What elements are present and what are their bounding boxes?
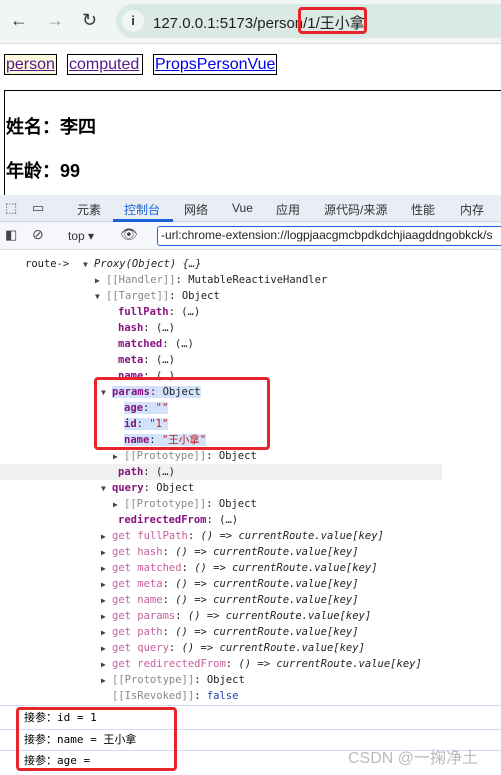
console-tree-row[interactable]: ▶ get path: () => currentRoute.value[key] [101, 624, 359, 640]
context-label: top [68, 229, 85, 243]
person-panel [4, 90, 501, 210]
expand-triangle-icon[interactable]: ▶ [113, 497, 124, 513]
expand-triangle-icon[interactable]: ▶ [101, 673, 112, 689]
console-tree-row[interactable]: ▶ [[Handler]]: MutableReactiveHandler [95, 272, 327, 288]
expand-triangle-icon[interactable]: ▼ [101, 481, 112, 497]
nav-link-person[interactable]: person [4, 54, 57, 75]
tab-4[interactable]: 应用 [276, 201, 300, 218]
context-select[interactable]: top ▾ [68, 229, 94, 243]
highlight-box [16, 707, 177, 771]
tab-3[interactable]: Vue [232, 201, 253, 215]
sidebar-toggle-icon[interactable]: ◧ [5, 227, 17, 243]
tab-5[interactable]: 源代码/来源 [324, 201, 387, 218]
expand-triangle-icon[interactable]: ▶ [101, 609, 112, 625]
console-tree-row[interactable]: ▶ get query: () => currentRoute.value[key… [101, 640, 365, 656]
expand-triangle-icon[interactable]: ▼ [83, 257, 94, 273]
route-label: route-> [25, 258, 70, 270]
url-prefix: 127.0.0.1:5173/person/ [153, 15, 308, 32]
tab-1[interactable]: 控制台 [124, 201, 160, 218]
expand-triangle-icon[interactable]: ▶ [101, 577, 112, 593]
highlight-box [298, 7, 367, 34]
expand-triangle-icon[interactable]: ▶ [101, 657, 112, 673]
console-tree-row[interactable]: ▶ get matched: () => currentRoute.value[k… [101, 560, 378, 576]
expand-triangle-icon[interactable]: ▼ [95, 289, 106, 305]
tab-2[interactable]: 网络 [184, 201, 208, 218]
clear-console-icon[interactable]: ⊘ [32, 226, 44, 243]
expand-triangle-icon[interactable]: ▶ [101, 529, 112, 545]
inspect-icon[interactable]: ⬚ [5, 200, 17, 216]
site-info-icon[interactable]: i [122, 10, 144, 32]
age-line: 年龄：99 [6, 161, 81, 181]
expand-triangle-icon[interactable]: ▶ [101, 545, 112, 561]
console-tree-row[interactable]: ▶ [[Prototype]]: Object [113, 448, 257, 464]
console-tree-row[interactable]: ▼ query: Object [101, 480, 194, 496]
console-tree-row: path: (…) [118, 466, 175, 478]
console-tree-row[interactable]: ▶ get hash: () => currentRoute.value[key] [101, 544, 359, 560]
console-tree-row[interactable]: ▶ get meta: () => currentRoute.value[key] [101, 576, 359, 592]
expand-triangle-icon[interactable]: ▶ [113, 449, 124, 465]
nav-link-props-person-vue[interactable]: PropsPersonVue [153, 54, 277, 75]
divider [0, 705, 501, 706]
hover-row [0, 464, 442, 480]
console-tree-row[interactable]: ▼ Proxy(Object) {…} [83, 256, 201, 272]
tab-6[interactable]: 性能 [411, 201, 435, 218]
console-tree-row[interactable]: ▶ [[Prototype]]: Object [113, 496, 257, 512]
reload-icon[interactable]: ↻ [82, 10, 97, 31]
console-tree-row: matched: (…) [118, 338, 194, 350]
watermark: CSDN @一掬净土 [348, 750, 479, 767]
forward-icon[interactable]: → [46, 10, 64, 31]
nav-link-computed[interactable]: computed [67, 54, 143, 75]
console-tree-row: [[IsRevoked]]: false [112, 690, 239, 702]
console-tree-row[interactable]: ▶ get name: () => currentRoute.value[key] [101, 592, 359, 608]
console-tree-row: fullPath: (…) [118, 306, 201, 318]
console-tree-row[interactable]: ▼ [[Target]]: Object [95, 288, 220, 304]
console-tree-row: meta: (…) [118, 354, 175, 366]
console-tree-row[interactable]: ▶ get params: () => currentRoute.value[ke… [101, 608, 371, 624]
device-toolbar-icon[interactable]: ▭ [32, 200, 44, 216]
name-line: 姓名：李四 [6, 117, 96, 137]
console-tree-row: hash: (…) [118, 322, 175, 334]
expand-triangle-icon[interactable]: ▶ [101, 561, 112, 577]
expand-triangle-icon[interactable]: ▶ [101, 641, 112, 657]
expand-triangle-icon[interactable]: ▶ [101, 625, 112, 641]
expand-triangle-icon[interactable]: ▶ [101, 593, 112, 609]
expand-triangle-icon[interactable]: ▶ [95, 273, 106, 289]
console-tree-row[interactable]: ▶ get redirectedFrom: () => currentRoute.… [101, 656, 422, 672]
highlight-box [94, 377, 270, 450]
tab-0[interactable]: 元素 [77, 201, 101, 218]
console-tree-row: redirectedFrom: (…) [118, 514, 239, 526]
back-icon[interactable]: ← [10, 10, 28, 31]
filter-input[interactable]: -url:chrome-extension://logpjaacgmcbpdkd… [157, 226, 501, 246]
eye-icon[interactable]: 👁 [120, 226, 138, 243]
tab-7[interactable]: 内存 [460, 201, 484, 218]
console-tree-row[interactable]: ▶ [[Prototype]]: Object [101, 672, 245, 688]
console-tree-row[interactable]: ▶ get fullPath: () => currentRoute.value[… [101, 528, 384, 544]
